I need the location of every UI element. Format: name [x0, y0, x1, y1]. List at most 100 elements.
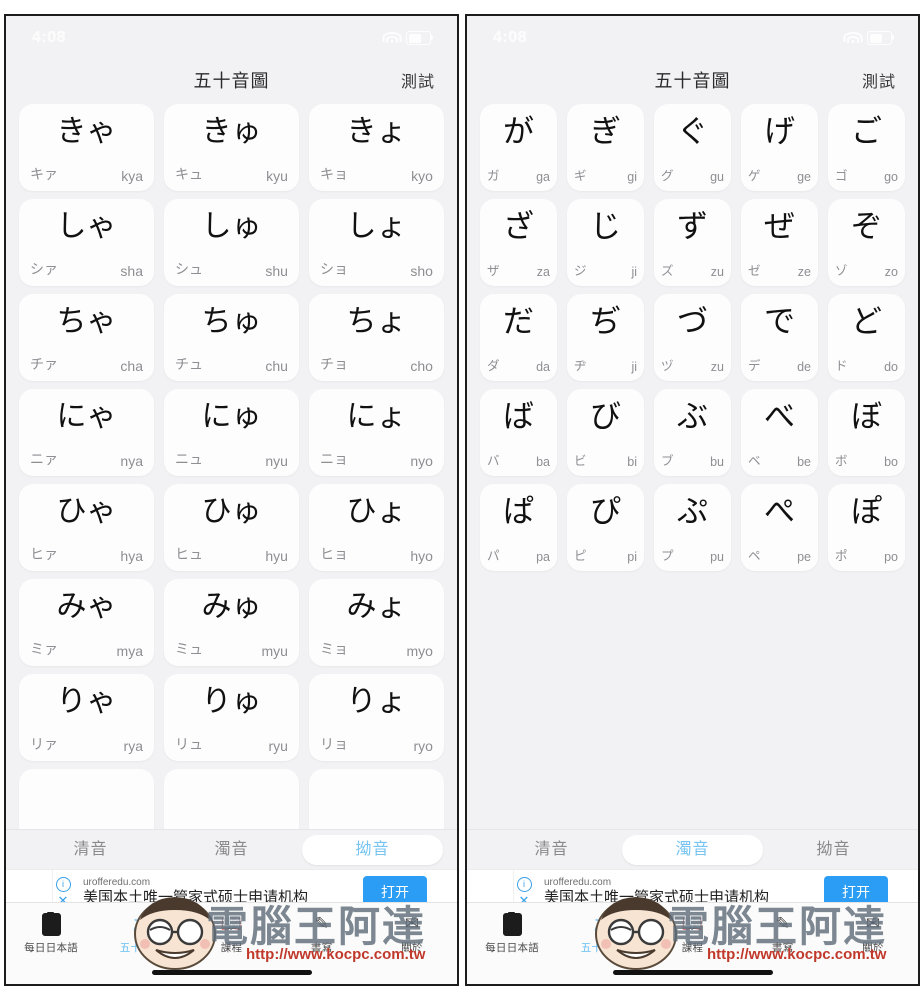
- kana-card[interactable]: ちゃ チァ cha: [19, 294, 154, 381]
- kana-cell[interactable]: ちょ チョ cho: [304, 290, 449, 385]
- tab-item-2[interactable]: あ五十音圖: [557, 913, 647, 955]
- kana-cell[interactable]: ひょ ヒョ hyo: [304, 480, 449, 575]
- kana-cell[interactable]: じジ ji: [562, 195, 649, 290]
- kana-cell[interactable]: ちゃ チァ cha: [14, 290, 159, 385]
- segment-option-2[interactable]: 濁音: [161, 835, 302, 865]
- segment-option-1[interactable]: 清音: [20, 835, 161, 865]
- kana-card[interactable]: びビ bi: [567, 389, 644, 476]
- kana-card[interactable]: にょ ニョ nyo: [308, 389, 444, 476]
- kana-cell[interactable]: ぜゼ ze: [736, 195, 823, 290]
- tab-item-4[interactable]: ✎ 書寫: [277, 913, 367, 955]
- kana-cell[interactable]: きゃ キァ kya: [14, 100, 159, 195]
- tab-item-3[interactable]: 📖 課程: [647, 913, 737, 955]
- kana-cell[interactable]: みょ ミョ myo: [304, 575, 449, 670]
- kana-cell[interactable]: ぞゾ zo: [823, 195, 910, 290]
- segment-option-3[interactable]: 拗音: [763, 835, 904, 865]
- tab-item-1[interactable]: 每日日本語: [467, 911, 557, 955]
- test-button[interactable]: 測試: [401, 68, 435, 92]
- kana-cell[interactable]: でデ de: [736, 290, 823, 385]
- kana-cell[interactable]: りゅ リュ ryu: [159, 670, 304, 765]
- tab-item-3[interactable]: 📖 課程: [186, 913, 276, 955]
- kana-cell[interactable]: ぢヂ ji: [562, 290, 649, 385]
- kana-card[interactable]: ぷプ pu: [654, 484, 731, 571]
- kana-card[interactable]: ぎギ gi: [567, 104, 644, 191]
- kana-cell[interactable]: にょ ニョ nyo: [304, 385, 449, 480]
- segment-option-3[interactable]: 拗音: [302, 834, 443, 865]
- kana-card[interactable]: ぜゼ ze: [741, 199, 818, 286]
- tab-item-1[interactable]: 每日日本語: [6, 911, 96, 955]
- kana-cell[interactable]: ちゅ チュ chu: [159, 290, 304, 385]
- kana-cell[interactable]: みゃ ミァ mya: [14, 575, 159, 670]
- kana-card[interactable]: ばバ ba: [480, 389, 557, 476]
- kana-cell[interactable]: ひゃ ヒァ hya: [14, 480, 159, 575]
- kana-cell[interactable]: ずズ zu: [649, 195, 736, 290]
- kana-cell[interactable]: ざザ za: [475, 195, 562, 290]
- kana-cell[interactable]: ごゴ go: [823, 100, 910, 195]
- tab-item-5[interactable]: ✉ 關於: [367, 913, 457, 955]
- kana-card[interactable]: きゃ キァ kya: [19, 104, 154, 191]
- kana-cell[interactable]: づヅ zu: [649, 290, 736, 385]
- kana-card[interactable]: みゅ ミュ myu: [163, 579, 299, 666]
- kana-cell[interactable]: しょ ショ sho: [304, 195, 449, 290]
- kana-cell[interactable]: しゅ シュ shu: [159, 195, 304, 290]
- kana-card[interactable]: ざザ za: [480, 199, 557, 286]
- kana-cell[interactable]: ぐグ gu: [649, 100, 736, 195]
- kana-cell[interactable]: がガ ga: [475, 100, 562, 195]
- kana-card[interactable]: ぞゾ zo: [828, 199, 905, 286]
- kana-card[interactable]: きゅ キュ kyu: [163, 104, 299, 191]
- kana-card[interactable]: ひゃ ヒァ hya: [19, 484, 154, 571]
- kana-cell[interactable]: ぎギ gi: [562, 100, 649, 195]
- kana-card[interactable]: げゲ ge: [741, 104, 818, 191]
- kana-cell[interactable]: げゲ ge: [736, 100, 823, 195]
- kana-cell[interactable]: どド do: [823, 290, 910, 385]
- kana-card[interactable]: ずズ zu: [654, 199, 731, 286]
- kana-card[interactable]: ぶブ bu: [654, 389, 731, 476]
- info-icon[interactable]: i: [516, 877, 532, 892]
- kana-card[interactable]: ぱパ pa: [480, 484, 557, 571]
- kana-cell[interactable]: ぽポ po: [823, 480, 910, 575]
- kana-card[interactable]: ぴピ pi: [567, 484, 644, 571]
- kana-card[interactable]: じジ ji: [567, 199, 644, 286]
- kana-card[interactable]: ぢヂ ji: [567, 294, 644, 381]
- kana-cell[interactable]: ぶブ bu: [649, 385, 736, 480]
- kana-card[interactable]: でデ de: [741, 294, 818, 381]
- tab-item-4[interactable]: ✎ 書寫: [738, 913, 828, 955]
- kana-cell[interactable]: みゅ ミュ myu: [159, 575, 304, 670]
- kana-card[interactable]: しゅ シュ shu: [163, 199, 299, 286]
- kana-cell[interactable]: きょ キョ kyo: [304, 100, 449, 195]
- kana-card[interactable]: にゅ ニュ nyu: [163, 389, 299, 476]
- kana-cell[interactable]: ぴピ pi: [562, 480, 649, 575]
- kana-card[interactable]: べベ be: [741, 389, 818, 476]
- kana-cell[interactable]: だダ da: [475, 290, 562, 385]
- kana-card[interactable]: ぽポ po: [828, 484, 905, 571]
- kana-cell[interactable]: ばバ ba: [475, 385, 562, 480]
- kana-cell[interactable]: ぼボ bo: [823, 385, 910, 480]
- kana-card[interactable]: しょ ショ sho: [308, 199, 444, 286]
- kana-cell[interactable]: にゃ ニァ nya: [14, 385, 159, 480]
- kana-cell[interactable]: りょ リョ ryo: [304, 670, 449, 765]
- test-button[interactable]: 測試: [862, 68, 896, 92]
- kana-cell[interactable]: ぱパ pa: [475, 480, 562, 575]
- kana-card[interactable]: どド do: [828, 294, 905, 381]
- kana-cell[interactable]: ひゅ ヒュ hyu: [159, 480, 304, 575]
- kana-card[interactable]: にゃ ニァ nya: [19, 389, 154, 476]
- kana-card[interactable]: ちょ チョ cho: [308, 294, 444, 381]
- info-icon[interactable]: i: [55, 877, 71, 892]
- kana-cell[interactable]: びビ bi: [562, 385, 649, 480]
- kana-card[interactable]: ひゅ ヒュ hyu: [163, 484, 299, 571]
- kana-card[interactable]: だダ da: [480, 294, 557, 381]
- kana-card[interactable]: りゃ リァ rya: [19, 674, 154, 761]
- kana-card[interactable]: しゃ シァ sha: [19, 199, 154, 286]
- kana-cell[interactable]: きゅ キュ kyu: [159, 100, 304, 195]
- tab-item-2[interactable]: あ五十音圖: [96, 913, 186, 955]
- kana-cell[interactable]: べベ be: [736, 385, 823, 480]
- kana-card[interactable]: みょ ミョ myo: [308, 579, 444, 666]
- kana-card[interactable]: きょ キョ kyo: [308, 104, 444, 191]
- kana-cell[interactable]: りゃ リァ rya: [14, 670, 159, 765]
- segment-option-1[interactable]: 清音: [481, 835, 622, 865]
- kana-card[interactable]: づヅ zu: [654, 294, 731, 381]
- kana-card[interactable]: ぐグ gu: [654, 104, 731, 191]
- kana-card[interactable]: みゃ ミァ mya: [19, 579, 154, 666]
- kana-cell[interactable]: ぺペ pe: [736, 480, 823, 575]
- kana-card[interactable]: りょ リョ ryo: [308, 674, 444, 761]
